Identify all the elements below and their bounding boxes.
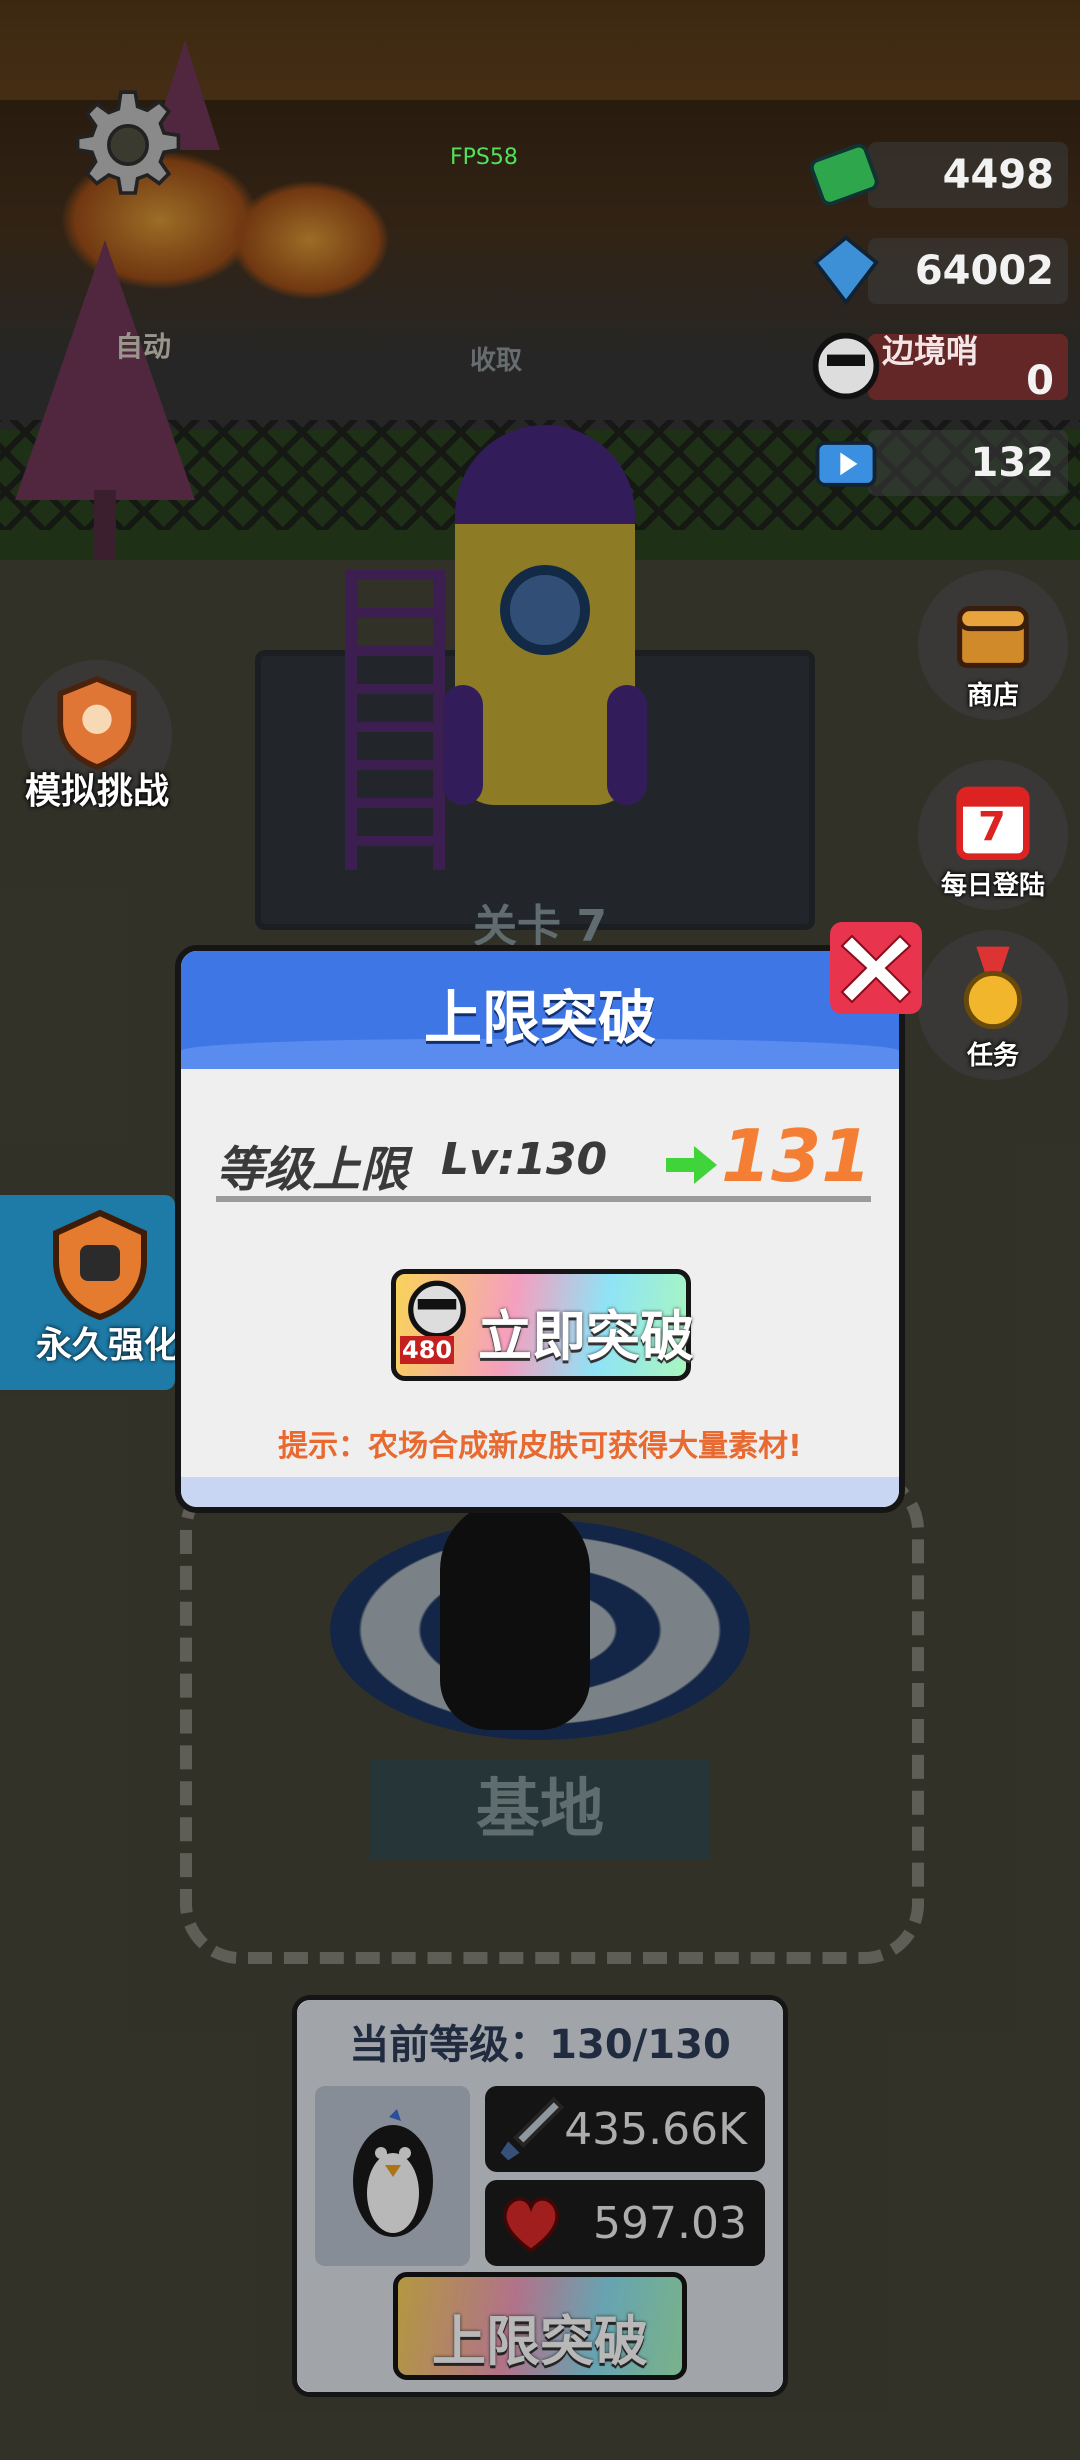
skull-badge-icon xyxy=(812,332,880,400)
daily-label: 每日登陆 xyxy=(940,871,1045,901)
level-cap-label: 等级上限 xyxy=(216,1142,409,1198)
task-button[interactable]: 任务 xyxy=(918,930,1068,1080)
modal-title: 上限突破 xyxy=(423,984,656,1052)
fist-shield-icon xyxy=(53,1209,147,1321)
daily-login-button[interactable]: 7 每日登陆 xyxy=(918,760,1068,910)
break-now-label: 立即突破 xyxy=(478,1305,694,1368)
gem-counter: 64002 xyxy=(812,235,1068,306)
cash-counter: 4498 xyxy=(809,142,1068,208)
level-panel: 当前等级：130/130 435.66K 597.03 上限突破 xyxy=(292,1995,788,2397)
modal-header: 上限突破 xyxy=(181,951,899,1069)
right-arrow-icon xyxy=(666,1146,717,1184)
level-cap-current: Lv:130 xyxy=(441,1134,608,1185)
gem-value: 64002 xyxy=(914,248,1054,294)
modal-bottom-band xyxy=(181,1477,899,1507)
daily-day: 7 xyxy=(978,804,1006,850)
break-now-button[interactable]: 480 立即突破 xyxy=(391,1269,694,1381)
video-value: 132 xyxy=(970,440,1055,486)
tv-icon xyxy=(815,441,877,487)
forever-upgrade-button[interactable]: 永久强化 xyxy=(0,1195,180,1390)
fps-counter: FPS58 xyxy=(450,145,518,170)
settings-gear-icon[interactable] xyxy=(68,85,188,205)
border-banner: 边境哨 xyxy=(882,332,979,370)
close-button[interactable] xyxy=(830,922,922,1014)
shop-label: 商店 xyxy=(966,681,1019,711)
limit-break-modal: 上限突破 等级上限 Lv:130 131 480 立即突破 提示：农场合成新皮肤… xyxy=(175,945,905,1513)
cash-value: 4498 xyxy=(942,152,1054,198)
shop-button[interactable]: 商店 xyxy=(918,570,1068,720)
video-counter[interactable]: 132 xyxy=(815,430,1068,496)
medal-icon xyxy=(963,946,1023,1030)
level-cap-row: 等级上限 Lv:130 131 xyxy=(216,1114,871,1202)
cash-icon xyxy=(809,143,879,206)
forever-upgrade-label: 永久强化 xyxy=(36,1325,181,1366)
border-counter[interactable]: 边境哨 0 xyxy=(812,332,1068,404)
modal-tip: 提示：农场合成新皮肤可获得大量素材! xyxy=(278,1429,802,1464)
treasure-chest-icon xyxy=(957,606,1029,668)
break-cost: 480 xyxy=(400,1336,455,1364)
panel-dim-overlay xyxy=(297,2000,783,2392)
border-value: 0 xyxy=(1026,358,1054,404)
sim-challenge-label: 模拟挑战 xyxy=(24,771,169,812)
sim-challenge-button[interactable]: 模拟挑战 xyxy=(22,660,172,812)
gem-icon xyxy=(812,235,880,306)
close-icon xyxy=(840,934,912,1004)
task-label: 任务 xyxy=(966,1041,1019,1071)
level-cap-next: 131 xyxy=(721,1114,872,1198)
